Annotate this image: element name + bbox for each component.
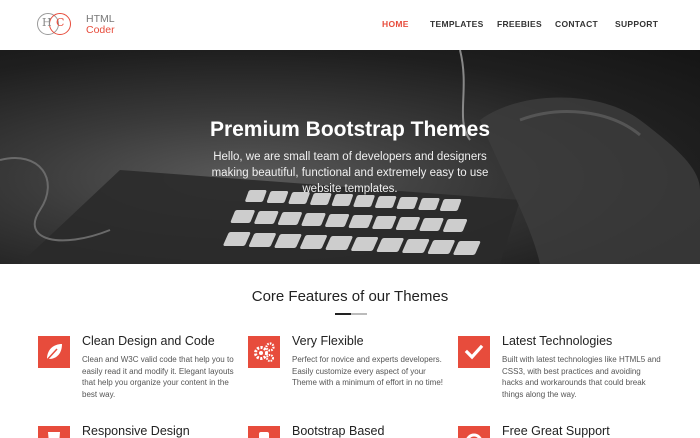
nav-contact[interactable]: CONTACT: [555, 19, 598, 29]
feature-title: Very Flexible: [292, 334, 364, 348]
heading-divider-light: [351, 313, 367, 315]
nav-home[interactable]: HOME: [382, 19, 409, 29]
hero-banner: Premium Bootstrap Themes Hello, we are s…: [0, 50, 700, 264]
feature-text: Perfect for novice and experts developer…: [292, 355, 444, 387]
feature-title: Free Great Support: [502, 424, 610, 438]
feature-text: Built with latest technologies like HTML…: [502, 355, 661, 399]
feature-title: Latest Technologies: [502, 334, 613, 348]
feature-clean-design: Clean Design and Code Clean and W3C vali…: [38, 334, 248, 406]
feature-responsive: Responsive Design: [38, 424, 248, 438]
feature-latest-tech: Latest Technologies Built with latest te…: [458, 334, 668, 406]
html5-icon: [38, 426, 70, 438]
feature-title: Clean Design and Code: [82, 334, 215, 348]
main-nav: HOME TEMPLATES FREEBIES CONTACT SUPPORT: [0, 19, 700, 33]
feature-bootstrap: Bootstrap Based: [248, 424, 458, 438]
nav-templates[interactable]: TEMPLATES: [430, 19, 484, 29]
check-icon: [458, 336, 490, 368]
features-heading: Core Features of our Themes: [251, 288, 449, 305]
feature-text: Clean and W3C valid code that help you t…: [82, 355, 234, 399]
gears-icon: [248, 336, 280, 368]
feature-support: Free Great Support: [458, 424, 668, 438]
feature-title: Bootstrap Based: [292, 424, 385, 438]
hero-title: Premium Bootstrap Themes: [209, 118, 491, 141]
nav-freebies[interactable]: FREEBIES: [497, 19, 542, 29]
feature-title: Responsive Design: [82, 424, 190, 438]
nav-support[interactable]: SUPPORT: [615, 19, 658, 29]
feature-flexible: Very Flexible Perfect for novice and exp…: [248, 334, 458, 406]
site-header: H C HTML Coder HOME TEMPLATES FREEBIES C…: [0, 0, 700, 50]
leaf-icon: [38, 336, 70, 368]
lifebuoy-icon: [458, 426, 490, 438]
bootstrap-icon: [248, 426, 280, 438]
heading-divider: [335, 313, 351, 315]
hero-subtitle: Hello, we are small team of developers a…: [211, 151, 489, 195]
